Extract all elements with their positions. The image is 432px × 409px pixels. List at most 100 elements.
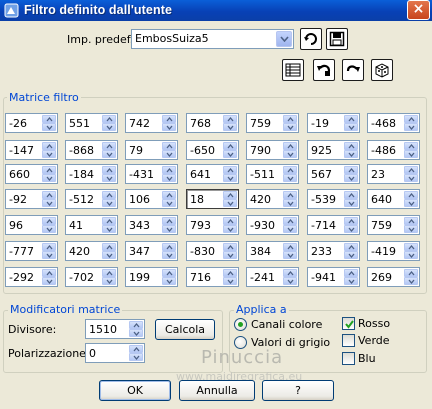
green-checkbox[interactable] bbox=[342, 334, 355, 347]
matrix-cell-spinner[interactable] bbox=[344, 166, 358, 182]
matrix-cell-spinner[interactable] bbox=[42, 166, 56, 182]
matrix-cell-spinner[interactable] bbox=[283, 243, 297, 259]
spin-up-icon[interactable] bbox=[162, 191, 176, 199]
spin-down-icon[interactable] bbox=[404, 199, 418, 207]
matrix-cell-spinner[interactable] bbox=[404, 142, 418, 158]
matrix-cell-spinner[interactable] bbox=[162, 142, 176, 158]
spin-up-icon[interactable] bbox=[223, 115, 237, 123]
matrix-cell[interactable]: -184 bbox=[65, 164, 118, 184]
matrix-cell[interactable]: -941 bbox=[307, 267, 360, 287]
spin-up-icon[interactable] bbox=[42, 142, 56, 150]
matrix-cell[interactable]: 420 bbox=[65, 241, 118, 261]
matrix-cell[interactable]: 343 bbox=[125, 215, 178, 235]
matrix-cell[interactable]: 199 bbox=[125, 267, 178, 287]
spin-up-icon[interactable] bbox=[223, 166, 237, 174]
spin-down-icon[interactable] bbox=[344, 150, 358, 158]
matrix-cell-spinner[interactable] bbox=[162, 166, 176, 182]
spin-up-icon[interactable] bbox=[344, 166, 358, 174]
spin-down-icon[interactable] bbox=[404, 225, 418, 233]
matrix-cell[interactable]: -26 bbox=[5, 113, 58, 133]
spin-up-icon[interactable] bbox=[344, 217, 358, 225]
spin-down-icon[interactable] bbox=[162, 199, 176, 207]
spin-down-icon[interactable] bbox=[283, 199, 297, 207]
spin-up-icon[interactable] bbox=[42, 115, 56, 123]
spin-up-icon[interactable] bbox=[223, 142, 237, 150]
spin-up-icon[interactable] bbox=[162, 217, 176, 225]
spin-up-icon[interactable] bbox=[102, 217, 116, 225]
spin-down-icon[interactable] bbox=[404, 123, 418, 131]
spin-down-icon[interactable] bbox=[42, 123, 56, 131]
spin-up-icon[interactable] bbox=[102, 269, 116, 277]
cancel-button[interactable]: Annulla bbox=[179, 380, 255, 401]
spin-down-icon[interactable] bbox=[223, 277, 237, 285]
spin-down-icon[interactable] bbox=[129, 329, 143, 337]
spin-up-icon[interactable] bbox=[344, 115, 358, 123]
spin-down-icon[interactable] bbox=[42, 277, 56, 285]
matrix-cell-spinner[interactable] bbox=[344, 142, 358, 158]
matrix-cell[interactable]: 790 bbox=[246, 140, 299, 160]
matrix-cell[interactable]: 384 bbox=[246, 241, 299, 261]
matrix-cell[interactable]: 79 bbox=[125, 140, 178, 160]
matrix-cell-spinner[interactable] bbox=[223, 115, 237, 131]
spin-down-icon[interactable] bbox=[283, 277, 297, 285]
chevron-down-icon[interactable] bbox=[276, 31, 292, 47]
spin-down-icon[interactable] bbox=[283, 123, 297, 131]
matrix-cell[interactable]: -930 bbox=[246, 215, 299, 235]
matrix-cell-spinner[interactable] bbox=[223, 142, 237, 158]
matrix-cell-spinner[interactable] bbox=[102, 142, 116, 158]
divisor-input[interactable]: 1510 bbox=[85, 319, 145, 339]
spin-up-icon[interactable] bbox=[404, 142, 418, 150]
spin-down-icon[interactable] bbox=[42, 199, 56, 207]
matrix-cell[interactable]: -419 bbox=[367, 241, 420, 261]
spin-up-icon[interactable] bbox=[404, 166, 418, 174]
spin-down-icon[interactable] bbox=[102, 123, 116, 131]
spin-down-icon[interactable] bbox=[129, 353, 143, 361]
spin-up-icon[interactable] bbox=[283, 243, 297, 251]
spin-up-icon[interactable] bbox=[129, 345, 143, 353]
spin-down-icon[interactable] bbox=[404, 251, 418, 259]
matrix-cell[interactable]: 551 bbox=[65, 113, 118, 133]
spin-down-icon[interactable] bbox=[162, 123, 176, 131]
spin-up-icon[interactable] bbox=[283, 166, 297, 174]
matrix-cell-spinner[interactable] bbox=[162, 191, 176, 207]
spin-up-icon[interactable] bbox=[283, 115, 297, 123]
spin-up-icon[interactable] bbox=[344, 142, 358, 150]
spin-up-icon[interactable] bbox=[404, 191, 418, 199]
spin-down-icon[interactable] bbox=[42, 174, 56, 182]
matrix-cell-spinner[interactable] bbox=[223, 269, 237, 285]
spin-down-icon[interactable] bbox=[162, 225, 176, 233]
spin-up-icon[interactable] bbox=[223, 217, 237, 225]
spin-up-icon[interactable] bbox=[404, 217, 418, 225]
spin-down-icon[interactable] bbox=[344, 277, 358, 285]
blue-label[interactable]: Blu bbox=[358, 352, 376, 365]
matrix-cell-spinner[interactable] bbox=[42, 217, 56, 233]
matrix-cell[interactable]: 106 bbox=[125, 189, 178, 209]
matrix-cell-spinner[interactable] bbox=[404, 269, 418, 285]
matrix-cell-spinner[interactable] bbox=[344, 115, 358, 131]
matrix-cell-spinner[interactable] bbox=[102, 166, 116, 182]
matrix-cell-spinner[interactable] bbox=[42, 142, 56, 158]
matrix-cell[interactable]: -292 bbox=[5, 267, 58, 287]
matrix-cell-spinner[interactable] bbox=[283, 217, 297, 233]
spin-down-icon[interactable] bbox=[283, 251, 297, 259]
spin-down-icon[interactable] bbox=[162, 251, 176, 259]
spin-down-icon[interactable] bbox=[404, 150, 418, 158]
spin-down-icon[interactable] bbox=[283, 225, 297, 233]
spin-up-icon[interactable] bbox=[162, 115, 176, 123]
matrix-cell-spinner[interactable] bbox=[404, 243, 418, 259]
matrix-cell[interactable]: -486 bbox=[367, 140, 420, 160]
spin-up-icon[interactable] bbox=[283, 142, 297, 150]
matrix-cell[interactable]: 567 bbox=[307, 164, 360, 184]
matrix-cell-spinner[interactable] bbox=[162, 115, 176, 131]
spin-up-icon[interactable] bbox=[283, 217, 297, 225]
spin-down-icon[interactable] bbox=[283, 150, 297, 158]
matrix-cell[interactable]: 640 bbox=[367, 189, 420, 209]
spin-up-icon[interactable] bbox=[404, 243, 418, 251]
spin-up-icon[interactable] bbox=[42, 269, 56, 277]
matrix-cell[interactable]: 641 bbox=[186, 164, 239, 184]
preset-dropdown[interactable]: EmbosSuiza5 bbox=[131, 29, 294, 49]
spin-down-icon[interactable] bbox=[344, 251, 358, 259]
spin-up-icon[interactable] bbox=[223, 243, 237, 251]
spin-down-icon[interactable] bbox=[102, 251, 116, 259]
spin-up-icon[interactable] bbox=[404, 115, 418, 123]
